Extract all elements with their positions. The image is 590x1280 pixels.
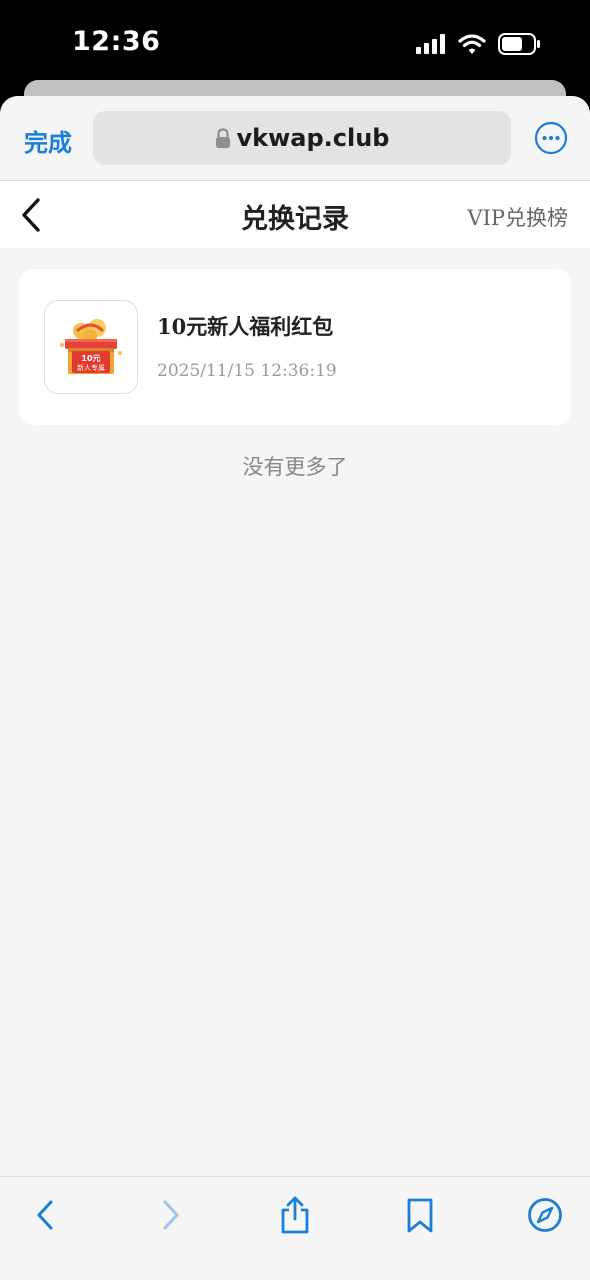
address-bar[interactable]: vkwap.club (93, 111, 511, 165)
no-more-text: 没有更多了 (242, 455, 348, 479)
red-packet-thumbnail: 10元 新人专属 (44, 300, 138, 394)
battery-icon (498, 33, 540, 55)
thumb-caption: 新人专属 (77, 363, 105, 372)
done-button[interactable]: 完成 (24, 123, 72, 158)
back-icon[interactable] (26, 1195, 66, 1235)
phone-screen: 12:36 完成 vkwap.club 兑换记录 VIP兑换榜 10元 新人专属… (0, 0, 590, 1280)
compass-icon[interactable] (525, 1195, 565, 1235)
wifi-icon (458, 33, 486, 54)
gift-box-icon: 10元 新人专属 (60, 319, 122, 374)
record-title: 10元新人福利红包 (157, 314, 334, 339)
url-text: vkwap.club (236, 124, 390, 152)
status-icons (416, 33, 542, 55)
status-time: 12:36 (72, 26, 161, 57)
lock-icon (215, 127, 230, 148)
forward-icon[interactable] (150, 1195, 190, 1235)
vip-ranking-link[interactable]: VIP兑换榜 (467, 202, 568, 232)
share-icon[interactable] (275, 1195, 315, 1235)
record-timestamp: 2025/11/15 12:36:19 (157, 361, 337, 381)
browser-bottom-toolbar (0, 1176, 590, 1280)
signal-icon (416, 34, 445, 54)
thumb-amount: 10元 (81, 354, 100, 363)
more-options-icon[interactable] (534, 121, 568, 155)
bookmarks-icon[interactable] (400, 1195, 440, 1235)
browser-sheet: 完成 vkwap.club 兑换记录 VIP兑换榜 10元 新人专属 10元新人… (0, 96, 590, 1280)
record-card[interactable]: 10元 新人专属 10元新人福利红包 2025/11/15 12:36:19 (19, 269, 571, 425)
page-header: 兑换记录 VIP兑换榜 (0, 181, 590, 248)
browser-top-bar: 完成 vkwap.club (0, 96, 590, 181)
